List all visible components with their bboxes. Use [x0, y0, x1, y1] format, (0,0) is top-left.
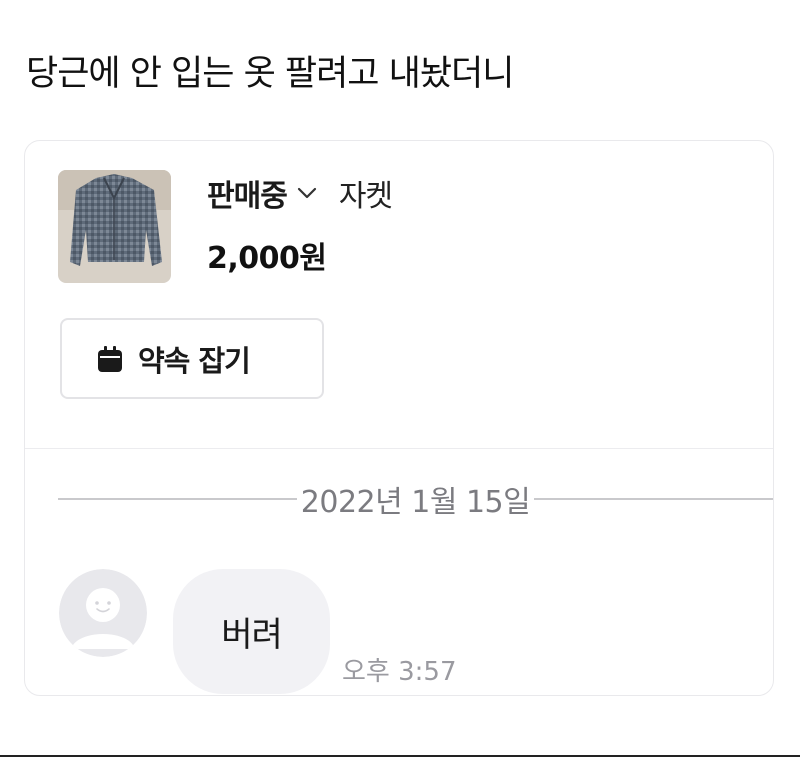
date-line-left [58, 498, 297, 500]
product-thumbnail[interactable] [58, 170, 171, 283]
product-price: 2,000원 [207, 241, 327, 276]
calendar-icon [98, 345, 122, 372]
jacket-photo [58, 170, 171, 283]
date-separator: 2022년 1월 15일 [58, 479, 774, 520]
message-bubble: 버려 [173, 569, 330, 694]
section-divider [25, 448, 773, 449]
product-header: 판매중 자켓 [207, 171, 393, 215]
message-time: 오후 3:57 [342, 657, 457, 687]
message-text: 버려 [221, 615, 283, 655]
make-appointment-label: 약속 잡기 [138, 343, 251, 378]
chevron-down-icon[interactable] [297, 186, 317, 200]
screenshot-page: 당근에 안 입는 옷 팔려고 내놨더니 판매중 자켓 2,000원 약속 잡기 … [0, 0, 800, 757]
sale-status-label[interactable]: 판매중 [207, 171, 288, 215]
avatar[interactable] [59, 569, 147, 657]
default-profile-icon [59, 569, 147, 657]
make-appointment-button[interactable]: 약속 잡기 [60, 318, 324, 399]
post-title: 당근에 안 입는 옷 팔려고 내놨더니 [26, 54, 514, 94]
date-line-right [534, 498, 774, 500]
product-name: 자켓 [338, 179, 393, 214]
chat-card: 판매중 자켓 2,000원 약속 잡기 2022년 1월 15일 버려 오후 3… [24, 140, 774, 696]
chat-date: 2022년 1월 15일 [300, 485, 531, 520]
